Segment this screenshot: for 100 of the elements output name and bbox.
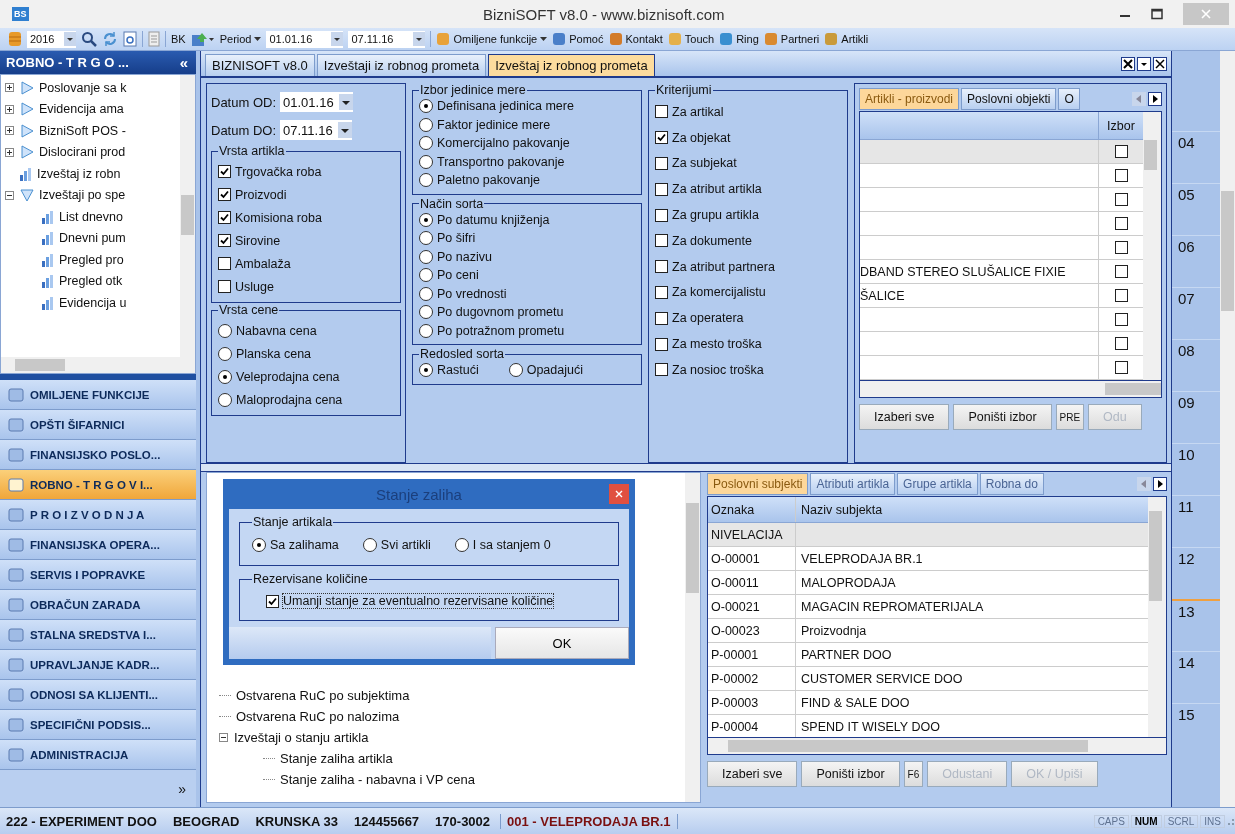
radio-button[interactable] — [252, 538, 266, 552]
radio-button[interactable] — [218, 392, 232, 407]
nav-button[interactable]: OMILJENE FUNKCIJE — [0, 380, 196, 410]
checkbox[interactable] — [655, 182, 668, 196]
scrollbar[interactable] — [1148, 497, 1166, 737]
checkbox[interactable] — [655, 311, 668, 325]
checkbox[interactable] — [1114, 337, 1128, 350]
nav-button[interactable]: UPRAVLJANJE KADR... — [0, 650, 196, 680]
table-row[interactable]: NIVELACIJA — [708, 523, 1148, 547]
expander-icon[interactable] — [5, 147, 14, 157]
date-from-field[interactable]: 01.01.16 — [266, 30, 344, 48]
tab[interactable]: Artikli - proizvodi — [859, 88, 960, 110]
table-row[interactable]: ŠALICE — [860, 284, 1143, 308]
nav-button[interactable]: OPŠTI ŠIFARNICI — [0, 410, 196, 440]
checkbox[interactable] — [655, 285, 668, 299]
tree-item[interactable]: Ostvarena RuC po subjektima — [236, 688, 410, 703]
action-button[interactable]: F6 — [903, 761, 924, 787]
scroll-right-icon[interactable] — [1153, 477, 1167, 491]
nav-button[interactable]: ODNOSI SA KLIJENTI... — [0, 680, 196, 710]
radio-button[interactable] — [508, 363, 523, 378]
tree-item[interactable]: List dnevno — [59, 209, 123, 224]
checkbox[interactable] — [1114, 289, 1128, 302]
scrollbar[interactable] — [859, 381, 1162, 398]
checkbox[interactable] — [1114, 145, 1128, 158]
date-field[interactable]: 01.01.16 — [280, 92, 353, 112]
checkbox[interactable] — [655, 363, 668, 377]
table-row[interactable]: DBAND STEREO SLUŠALICE FIXIE — [860, 260, 1143, 284]
radio-button[interactable] — [419, 231, 433, 246]
tab[interactable]: Poslovni subjekti — [707, 473, 809, 495]
nav-button[interactable]: SPECIFIČNI PODSIS... — [0, 710, 196, 740]
tab[interactable]: Grupe artikla — [897, 473, 978, 495]
expander-icon[interactable] — [219, 733, 228, 742]
nav-button[interactable]: ROBNO - T R G O V I... — [0, 470, 196, 500]
tree-item[interactable]: Stanje zaliha artikla — [280, 751, 393, 766]
nav-button[interactable]: ADMINISTRACIJA — [0, 740, 196, 770]
scrollbar[interactable] — [1220, 51, 1235, 807]
checkbox[interactable] — [218, 188, 231, 201]
checkbox[interactable] — [1114, 217, 1128, 230]
collapse-button[interactable]: « — [179, 54, 188, 71]
scrollbar[interactable] — [180, 75, 195, 357]
action-button[interactable]: Izaberi sve — [707, 761, 798, 787]
action-button[interactable]: PRE — [1055, 404, 1085, 430]
close-icon[interactable] — [1153, 56, 1167, 71]
table-row[interactable]: P-00003 FIND & SALE DOO — [708, 691, 1148, 715]
checkbox[interactable] — [1114, 241, 1128, 254]
tree-item[interactable]: Stanje zaliha - nabavna i VP cena — [280, 772, 475, 787]
checkbox[interactable] — [1114, 193, 1128, 206]
close-button[interactable] — [609, 484, 629, 504]
radio-button[interactable] — [419, 117, 433, 132]
action-button[interactable]: Poništi izbor — [953, 404, 1052, 430]
nav-button[interactable]: FINANSIJSKA OPERA... — [0, 530, 196, 560]
expander-icon[interactable] — [5, 104, 14, 114]
checkbox[interactable] — [1114, 313, 1128, 326]
tree-item[interactable]: Izveštaji po spe — [39, 188, 126, 203]
scrollbar[interactable] — [1, 357, 195, 373]
dropdown-icon[interactable] — [1137, 56, 1151, 71]
expander-icon[interactable] — [5, 126, 14, 136]
table-row[interactable]: O-00011 MALOPRODAJA — [708, 571, 1148, 595]
table-row[interactable]: O-00021 MAGACIN REPROMATERIJALA — [708, 595, 1148, 619]
tree-item[interactable]: BizniSoft POS - — [39, 123, 126, 138]
checkbox[interactable] — [655, 157, 668, 170]
tree-item[interactable]: Poslovanje sa k — [39, 80, 127, 95]
radio-button[interactable] — [419, 136, 433, 151]
action-button[interactable]: Poništi izbor — [801, 761, 900, 787]
period-dropdown[interactable]: Period — [219, 33, 262, 45]
nav-button[interactable]: P R O I Z V O D N J A — [0, 500, 196, 530]
tab[interactable]: Izveštaj iz robnog prometa — [488, 54, 655, 76]
tab[interactable]: O — [1058, 88, 1080, 110]
tab[interactable]: Poslovni objekti — [961, 88, 1057, 110]
checkbox[interactable] — [218, 165, 231, 178]
nav-button[interactable]: FINANSIJSKO POSLO... — [0, 440, 196, 470]
radio-button[interactable] — [419, 323, 433, 338]
more-button[interactable]: » — [178, 780, 186, 797]
checkbox[interactable] — [655, 337, 668, 351]
expander-icon[interactable] — [5, 190, 14, 200]
checkbox[interactable] — [655, 208, 668, 222]
bk-button[interactable]: BK — [171, 33, 186, 45]
toolbar-button[interactable]: Omiljene funkcije — [436, 32, 548, 46]
toolbar-button[interactable]: Kontakt — [608, 32, 663, 46]
checkbox[interactable] — [1114, 169, 1128, 182]
radio-button[interactable] — [419, 286, 433, 301]
tree-item[interactable]: Dislocirani prod — [39, 145, 126, 160]
maximize-icon[interactable] — [1151, 8, 1163, 20]
search-icon[interactable] — [81, 31, 97, 47]
tree-item[interactable]: Evidencija ama — [39, 102, 124, 117]
radio-button[interactable] — [419, 154, 433, 169]
toolbar-button[interactable]: Touch — [667, 32, 715, 46]
tab[interactable]: BIZNISOFT v8.0 — [205, 54, 315, 76]
table-row[interactable]: O-00001 VELEPRODAJA BR.1 — [708, 547, 1148, 571]
checkbox[interactable] — [1114, 265, 1128, 278]
scroll-right-icon[interactable] — [1148, 92, 1162, 106]
close-all-icon[interactable] — [1121, 56, 1135, 71]
radio-button[interactable] — [419, 305, 433, 320]
nav-button[interactable]: STALNA SREDSTVA I... — [0, 620, 196, 650]
toolbar-button[interactable]: Pomoć — [552, 32, 604, 46]
export-icon[interactable] — [190, 31, 215, 47]
radio-button[interactable] — [218, 346, 232, 361]
radio-button[interactable] — [419, 363, 433, 378]
radio-button[interactable] — [218, 323, 232, 338]
preview-icon[interactable] — [123, 31, 137, 47]
